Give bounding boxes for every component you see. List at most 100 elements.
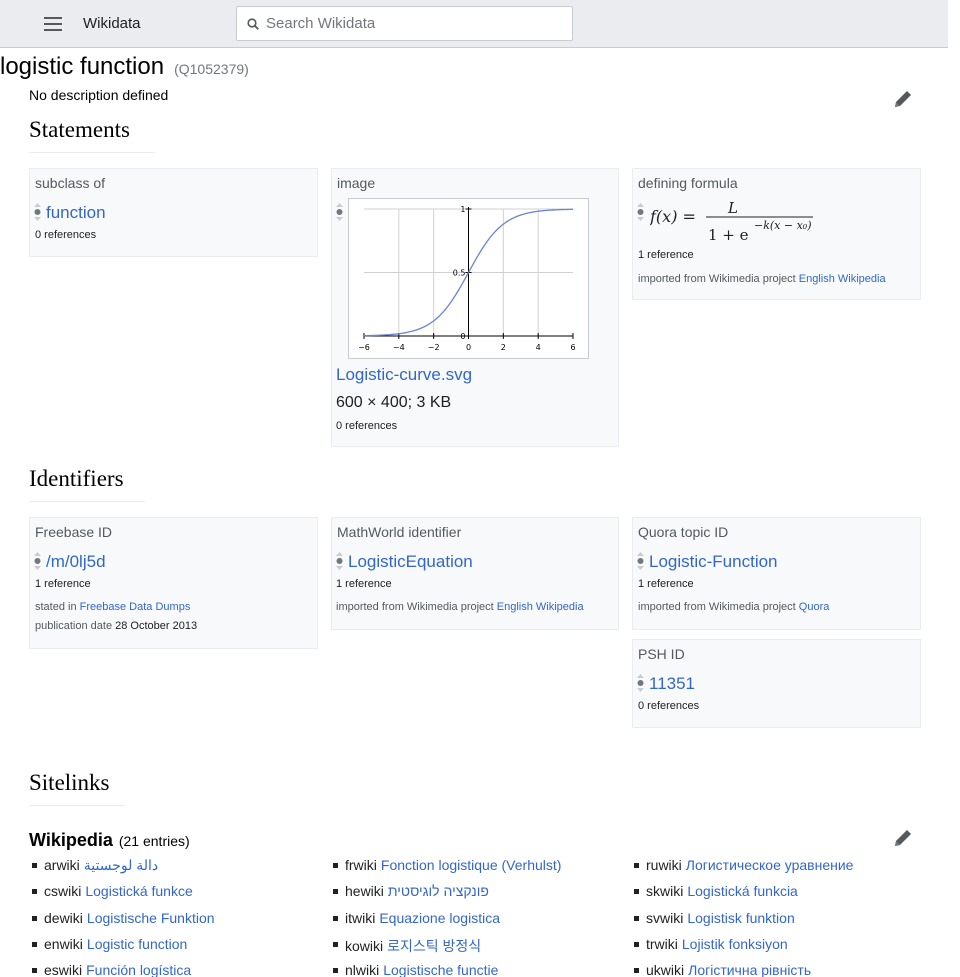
reference-prefix: stated in — [35, 601, 77, 613]
plot-x-tick-label: 0 — [466, 343, 471, 352]
reference-publication-date: publication date 28 October 2013 — [35, 620, 197, 632]
property-label[interactable]: Freebase ID — [35, 524, 112, 540]
sitelink-link[interactable]: 로지스틱 방정식 — [387, 938, 481, 954]
image-thumbnail[interactable]: −6 −4 −2 0 2 4 6 1 0.5 0 — [348, 198, 589, 359]
references-count[interactable]: 1 reference — [336, 578, 392, 590]
plot-x-tick-label: −2 — [428, 343, 440, 352]
sitelink-site: hewiki — [345, 883, 384, 900]
sitelink-link[interactable]: Fonction logistique (Verhulst) — [381, 857, 562, 873]
sitelink-item: frwiki Fonction logistique (Verhulst) — [331, 857, 561, 883]
reference-prefix: imported from Wikimedia project — [336, 601, 494, 613]
property-label[interactable]: defining formula — [638, 175, 738, 191]
formula-math: f(x) = L 1 + e −k(x − x₀) — [650, 199, 813, 244]
sitelink-site: trwiki — [646, 935, 678, 952]
sitelink-link[interactable]: Logistisk funktion — [687, 910, 794, 926]
sitelink-link[interactable]: פונקציה לוגיסטית — [388, 883, 489, 899]
references-count[interactable]: 1 reference — [638, 578, 694, 590]
sitelink-link[interactable]: Логистическое уравнение — [686, 857, 854, 873]
reference-source-link[interactable]: English Wikipedia — [799, 273, 886, 285]
references-count[interactable]: 0 references — [638, 700, 699, 712]
page-title: logistic function (Q1052379) — [0, 53, 249, 81]
references-count[interactable]: 1 reference — [638, 249, 694, 261]
sitelinks-column-2: frwiki Fonction logistique (Verhulst) hew… — [331, 857, 561, 977]
sitelink-site: eswiki — [44, 962, 83, 977]
rank-normal-icon[interactable] — [34, 552, 41, 570]
item-description: No description defined — [29, 87, 169, 103]
rank-normal-icon[interactable] — [637, 203, 644, 221]
identifier-value-link[interactable]: Logistic-Function — [649, 552, 778, 572]
sitelink-item: nlwiki Logistische functie — [331, 962, 561, 977]
sitelink-link[interactable]: Función logística — [86, 962, 191, 977]
sitelinks-column-3: ruwiki Логистическое уравнение skwiki Logi… — [632, 857, 853, 977]
references-count[interactable]: 1 reference — [35, 578, 91, 590]
reference-date-value: 28 October 2013 — [115, 620, 198, 632]
identifier-value-link[interactable]: 11351 — [649, 674, 695, 694]
search-input[interactable] — [266, 7, 566, 40]
reference-source-link[interactable]: Quora — [799, 601, 830, 613]
sitelink-link[interactable]: Logistická funkce — [85, 883, 192, 899]
edit-sitelinks-pencil-icon[interactable] — [892, 827, 914, 849]
rank-normal-icon[interactable] — [34, 203, 41, 221]
sitelink-item: enwiki Logistic function — [30, 936, 215, 962]
image-file-link[interactable]: Logistic-curve.svg — [336, 365, 472, 385]
plot-y-tick-label: 0.5 — [453, 269, 466, 278]
sitelink-link[interactable]: Lojistik fonksiyon — [682, 936, 788, 952]
sitelink-site: itwiki — [345, 909, 376, 926]
plot-x-tick-label: 4 — [536, 343, 541, 352]
identifier-value-link[interactable]: /m/0lj5d — [46, 552, 106, 572]
wikipedia-group-title: Wikipedia (21 entries) — [29, 830, 190, 851]
sitelink-site: frwiki — [345, 857, 377, 873]
sitelink-item: hewiki פונקציה לוגיסטית — [331, 883, 561, 909]
identifier-quora: Quora topic ID Logistic-Function 1 refer… — [632, 517, 921, 630]
rank-normal-icon[interactable] — [336, 552, 343, 570]
sitelink-item: svwiki Logistisk funktion — [632, 910, 853, 936]
sitelink-link[interactable]: Логістична рівність — [688, 962, 811, 977]
item-id: (Q1052379) — [174, 61, 249, 77]
sitelink-item: itwiki Equazione logistica — [331, 910, 561, 936]
rank-normal-icon[interactable] — [336, 203, 343, 221]
sitelink-link[interactable]: Equazione logistica — [379, 910, 500, 926]
sitelink-link[interactable]: Logistická funkcia — [687, 883, 798, 899]
property-label[interactable]: image — [337, 175, 375, 191]
property-label[interactable]: Quora topic ID — [638, 524, 728, 540]
sitelink-link[interactable]: Logistische functie — [383, 962, 498, 977]
rank-normal-icon[interactable] — [637, 674, 644, 692]
property-label[interactable]: subclass of — [35, 175, 105, 191]
reference-prefix: imported from Wikimedia project — [638, 601, 796, 613]
sitelink-item: eswiki Función logística — [30, 962, 215, 977]
sitelink-item: kowiki 로지스틱 방정식 — [331, 936, 561, 962]
plot-x-tick-label: −6 — [358, 343, 370, 352]
sitelink-link[interactable]: Logistische Funktion — [87, 910, 215, 926]
statement-value-link[interactable]: function — [46, 203, 106, 223]
search-box[interactable] — [236, 6, 573, 41]
formula-exponent: −k(x − x₀) — [754, 219, 812, 232]
reference-stated-in: stated in Freebase Data Dumps — [35, 601, 190, 613]
property-label[interactable]: MathWorld identifier — [337, 524, 461, 540]
hamburger-menu-icon[interactable] — [44, 17, 62, 31]
reference-source: imported from Wikimedia project English … — [638, 273, 886, 285]
sitelink-link[interactable]: دالة لوجستية — [84, 857, 158, 873]
site-name[interactable]: Wikidata — [83, 15, 141, 32]
formula-lhs: f(x) = — [650, 207, 696, 226]
rank-normal-icon[interactable] — [637, 552, 644, 570]
reference-date-label: publication date — [35, 620, 113, 632]
edit-pencil-icon[interactable] — [892, 88, 914, 110]
sitelink-site: ruwiki — [646, 857, 682, 873]
property-label[interactable]: PSH ID — [638, 646, 685, 662]
identifier-value-link[interactable]: LogisticEquation — [348, 552, 473, 572]
sitelinks-column-1: arwiki دالة لوجستية cswiki Logistická funk… — [30, 857, 215, 977]
top-bar: Wikidata — [0, 0, 948, 48]
wikipedia-label: Wikipedia — [29, 830, 113, 850]
reference-source-link[interactable]: English Wikipedia — [497, 601, 584, 613]
sitelink-site: svwiki — [646, 909, 684, 926]
sitelink-item: skwiki Logistická funkcia — [632, 883, 853, 909]
sitelink-site: cswiki — [44, 883, 82, 900]
references-count[interactable]: 0 references — [35, 229, 96, 241]
identifiers-heading: Identifiers — [29, 466, 145, 502]
sitelink-link[interactable]: Logistic function — [87, 936, 187, 952]
identifier-freebase: Freebase ID /m/0lj5d 1 reference stated … — [29, 517, 318, 649]
reference-source-link[interactable]: Freebase Data Dumps — [80, 601, 191, 613]
sitelink-site: nlwiki — [345, 962, 380, 977]
references-count[interactable]: 0 references — [336, 420, 397, 432]
statements-heading: Statements — [29, 117, 155, 153]
